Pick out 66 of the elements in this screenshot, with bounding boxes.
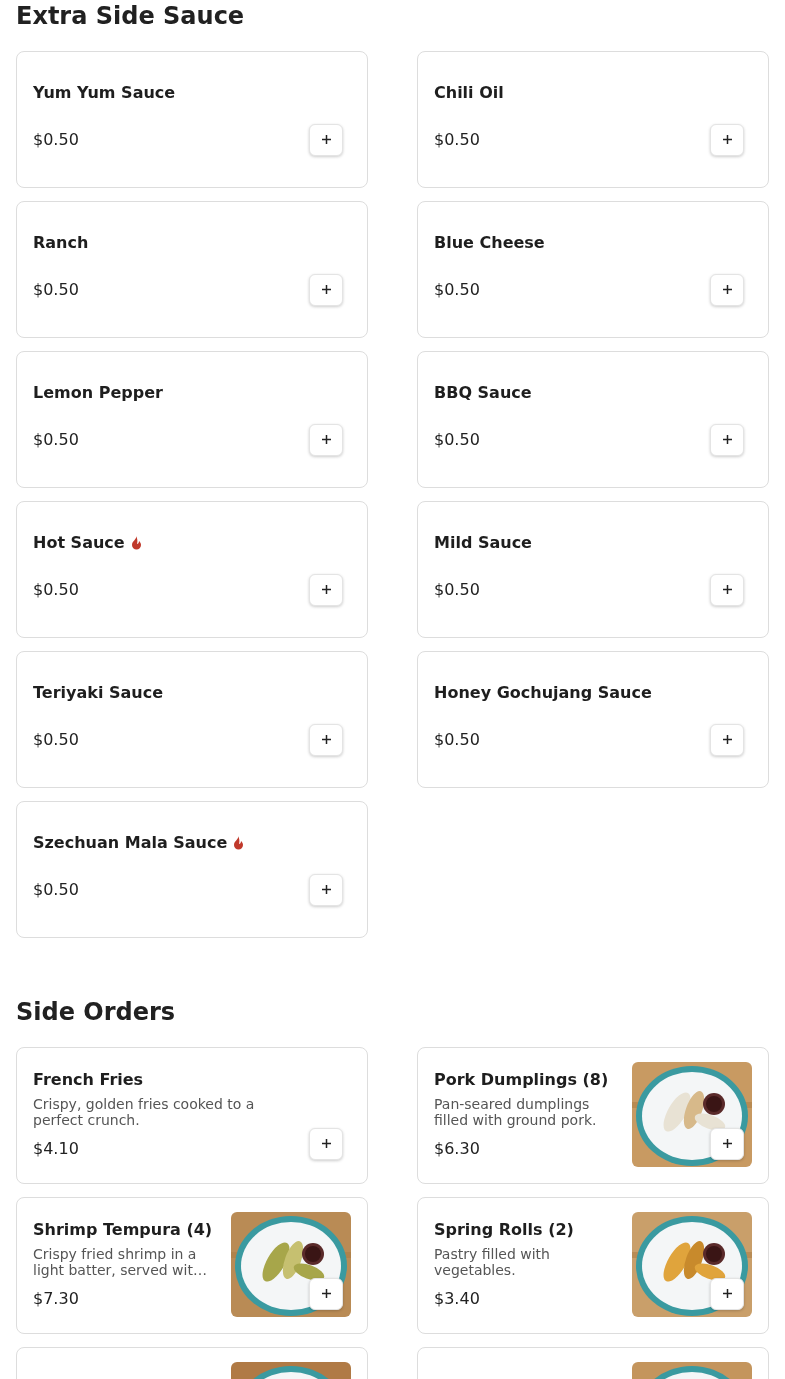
item-price: $0.50 — [33, 128, 79, 151]
item-name: Yum Yum Sauce — [33, 82, 176, 104]
item-price: $0.50 — [33, 878, 79, 901]
item-price: $0.50 — [33, 278, 79, 301]
plus-icon — [320, 434, 332, 446]
plus-icon — [320, 1138, 332, 1150]
item-price: $0.50 — [434, 728, 480, 751]
add-button[interactable] — [309, 123, 343, 156]
item-name: Shrimp Tempura (4) — [33, 1219, 213, 1241]
add-button[interactable] — [309, 1277, 343, 1310]
item-description: Crispy fried shrimp in a light batter, served wit… — [33, 1246, 208, 1279]
item-price: $0.50 — [434, 578, 480, 601]
item-name: Pork Dumplings (8) — [434, 1069, 609, 1091]
item-price: $0.50 — [33, 578, 79, 601]
plus-icon — [721, 734, 733, 746]
add-button[interactable] — [710, 123, 744, 156]
item-name: Hot Sauce — [33, 532, 125, 554]
item-price: $0.50 — [434, 278, 480, 301]
item-name: French Fries — [33, 1069, 144, 1091]
plus-icon — [320, 884, 332, 896]
add-button[interactable] — [309, 273, 343, 306]
item-price: $4.10 — [33, 1137, 80, 1160]
add-button[interactable] — [710, 573, 744, 606]
add-button[interactable] — [309, 873, 343, 906]
item-name: Ranch — [33, 232, 89, 254]
item-name: Szechuan Mala Sauce — [33, 832, 228, 854]
add-button[interactable] — [710, 1277, 744, 1310]
add-button[interactable] — [710, 273, 744, 306]
item-description: Crispy, golden fries cooked to a perfect crunch. — [33, 1096, 256, 1129]
add-button[interactable] — [309, 573, 343, 606]
plus-icon — [721, 284, 733, 296]
add-button[interactable] — [710, 423, 744, 456]
item-price: $3.40 — [434, 1287, 481, 1310]
add-button[interactable] — [309, 723, 343, 756]
item-price: $0.50 — [33, 428, 79, 451]
add-button[interactable] — [309, 1127, 343, 1160]
plus-icon — [721, 134, 733, 146]
item-name: Chili Oil — [434, 82, 504, 104]
item-name: Spring Rolls (2) — [434, 1219, 574, 1241]
item-price: $0.50 — [33, 728, 79, 751]
item-price: $0.50 — [434, 128, 480, 151]
item-name: Honey Gochujang Sauce — [434, 682, 652, 704]
add-button[interactable] — [710, 723, 744, 756]
plus-icon — [320, 1288, 332, 1300]
item-name: Lemon Pepper — [33, 382, 163, 404]
section-heading: Side Orders — [16, 997, 177, 1027]
plus-icon — [721, 434, 733, 446]
add-button[interactable] — [309, 423, 343, 456]
plus-icon — [320, 584, 332, 596]
plus-icon — [721, 584, 733, 596]
plus-icon — [320, 734, 332, 746]
item-name: Teriyaki Sauce — [33, 682, 163, 704]
item-name: BBQ Sauce — [434, 382, 532, 404]
add-button[interactable] — [710, 1127, 744, 1160]
plus-icon — [721, 1138, 733, 1150]
item-price: $0.50 — [434, 428, 480, 451]
plus-icon — [320, 134, 332, 146]
item-price: $7.30 — [33, 1287, 80, 1310]
plus-icon — [721, 1288, 733, 1300]
item-name: Mild Sauce — [434, 532, 532, 554]
item-description: Pastry filled with vegetables. — [434, 1246, 551, 1279]
item-name: Blue Cheese — [434, 232, 545, 254]
item-description: Pan-seared dumplings filled with ground pork. — [434, 1096, 598, 1129]
item-price: $6.30 — [434, 1137, 481, 1160]
plus-icon — [320, 284, 332, 296]
section-heading: Extra Side Sauce — [16, 2, 246, 31]
